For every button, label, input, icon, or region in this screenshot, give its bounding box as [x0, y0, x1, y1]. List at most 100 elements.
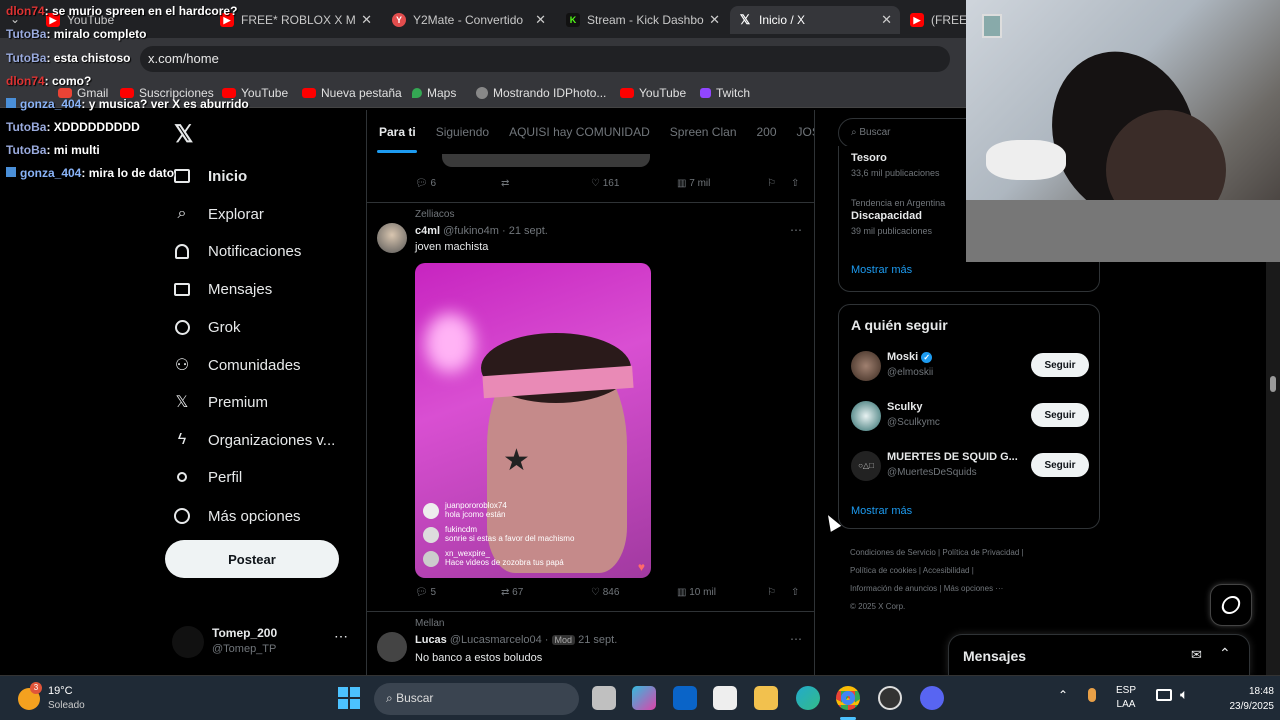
more-circle-icon — [172, 506, 192, 526]
more-icon[interactable]: ⋯ — [790, 223, 802, 237]
more-icon[interactable]: ⋯ — [334, 628, 348, 645]
post[interactable]: Mellan Lucas @Lucasmarcelo04 · Mod 21 se… — [367, 612, 814, 675]
video-comment: fukincdm sonrie si estas a favor del mach… — [423, 525, 643, 549]
avatar[interactable] — [377, 632, 407, 662]
follow-button[interactable]: Seguir — [1031, 453, 1089, 477]
file-explorer-icon[interactable] — [592, 686, 616, 710]
edge-icon[interactable] — [796, 686, 820, 710]
language-indicator[interactable]: ESP LAA — [1116, 684, 1136, 712]
like-button[interactable]: ♡ 161 — [591, 178, 619, 189]
follow-button[interactable]: Seguir — [1031, 353, 1089, 377]
mic-icon[interactable] — [1088, 688, 1096, 702]
follow-name: Moski ✓ — [887, 351, 933, 363]
bookmark-maps[interactable]: Maps — [412, 86, 456, 100]
follow-suggestion[interactable]: Sculky @Sculkymc Seguir — [839, 399, 1101, 439]
show-more-link[interactable]: Mostrar más — [851, 505, 912, 517]
home-timeline: Para ti Siguiendo AQUISI hay COMUNIDAD S… — [366, 110, 815, 675]
nav-premium[interactable]: 𝕏 Premium — [172, 392, 268, 412]
nav-mensajes[interactable]: Mensajes — [172, 279, 272, 299]
new-message-icon[interactable]: ✉ — [1191, 647, 1202, 663]
follow-suggestion[interactable]: ○△□ MUERTES DE SQUID G... @MuertesDeSqui… — [839, 449, 1101, 489]
share-icon[interactable]: ⇧ — [791, 587, 799, 598]
grok-float-button[interactable] — [1210, 584, 1252, 626]
close-tab-icon[interactable]: ✕ — [535, 12, 546, 28]
network-icon[interactable] — [1156, 689, 1172, 701]
y2mate-icon: Y — [392, 13, 406, 27]
browser-tab[interactable]: K Stream - Kick Dashbo ✕ — [558, 6, 728, 34]
bookmark-icon[interactable]: ⚐ — [767, 587, 776, 598]
show-more-link[interactable]: Mostrar más — [851, 264, 912, 276]
bookmark-twitch[interactable]: Twitch — [700, 86, 750, 100]
tab-para-ti[interactable]: Para ti — [379, 125, 416, 139]
chrome-icon[interactable] — [836, 686, 860, 710]
taskbar-search[interactable]: ⌕ Buscar — [374, 683, 579, 715]
nav-comunidades[interactable]: ⚇ Comunidades — [172, 355, 301, 375]
youtube-icon — [302, 88, 316, 98]
weather-widget[interactable]: 3 19°C Soleado — [16, 682, 136, 716]
account-switcher[interactable]: Tomep_200 @Tomep_TP ⋯ — [172, 622, 352, 662]
nav-notificaciones[interactable]: Notificaciones — [172, 241, 301, 261]
scrollbar-thumb[interactable] — [1270, 376, 1276, 392]
obs-icon[interactable] — [878, 686, 902, 710]
post-author[interactable]: c4ml @fukino4m · 21 sept. — [415, 225, 548, 237]
follow-suggestion[interactable]: Moski ✓ @elmoskii Seguir — [839, 349, 1101, 389]
bookmark-nueva-pestana[interactable]: Nueva pestaña — [302, 86, 402, 100]
clock[interactable]: 18:48 23/9/2025 — [1200, 684, 1275, 714]
premium-x-icon: 𝕏 — [175, 394, 189, 411]
more-icon[interactable]: ⋯ — [790, 632, 802, 646]
nav-organizaciones[interactable]: ϟ Organizaciones v... — [172, 430, 336, 450]
close-tab-icon[interactable]: ✕ — [881, 12, 892, 28]
tab-aquisi[interactable]: AQUISI hay COMUNIDAD — [509, 125, 650, 139]
folder-icon[interactable] — [754, 686, 778, 710]
views-button[interactable]: ▥ 10 mil — [677, 587, 716, 598]
nav-grok[interactable]: Grok — [172, 317, 241, 337]
post-button[interactable]: Postear — [165, 540, 339, 578]
tab-josi[interactable]: JOSI — [797, 125, 814, 139]
store-icon[interactable] — [713, 686, 737, 710]
post[interactable]: Zelliacos c4ml @fukino4m · 21 sept. ⋯ jo… — [367, 203, 814, 610]
show-hidden-icons[interactable]: ⌃ — [1058, 688, 1068, 702]
reply-button[interactable]: 💬︎ 6 — [415, 178, 436, 189]
verified-badge-icon: ✓ — [921, 352, 933, 363]
chat-message: TutoBa: esta chistoso — [6, 51, 131, 65]
browser-tab[interactable]: ▶(FREE) — [902, 6, 966, 34]
nav-mas-opciones[interactable]: Más opciones — [172, 506, 301, 526]
nav-explorar[interactable]: ⌕ Explorar — [172, 204, 264, 224]
nav-perfil[interactable]: Perfil — [172, 467, 242, 487]
views-button[interactable]: ▥ 7 mil — [677, 178, 710, 189]
repost-button[interactable]: ⇄ 67 — [501, 587, 523, 598]
tab-200[interactable]: 200 — [757, 125, 777, 139]
bookmark-icon[interactable]: ⚐ — [767, 178, 776, 189]
post-video[interactable]: ★ juanpororoblox74 hola jcomo están fukin… — [415, 263, 651, 578]
discord-icon[interactable] — [920, 686, 944, 710]
browser-tab[interactable]: Y Y2Mate - Convertido ✕ — [384, 6, 554, 34]
messages-drawer[interactable]: Mensajes ✉ ⌃ — [948, 634, 1250, 675]
bookmark-idphoto[interactable]: Mostrando IDPhoto... — [476, 86, 606, 100]
post-author[interactable]: Lucas @Lucasmarcelo04 · Mod 21 sept. — [415, 634, 617, 646]
volume-icon[interactable]: 🔈︎ — [1180, 686, 1188, 703]
like-button[interactable]: ♡ 846 — [591, 587, 619, 598]
outlook-icon[interactable] — [673, 686, 697, 710]
close-tab-icon[interactable]: ✕ — [361, 12, 372, 28]
reply-button[interactable]: 💬︎ 5 — [415, 587, 436, 598]
video-light — [425, 313, 475, 373]
avatar[interactable] — [377, 223, 407, 253]
timeline-tabs: Para ti Siguiendo AQUISI hay COMUNIDAD S… — [367, 110, 814, 154]
windows-start-icon[interactable] — [338, 687, 360, 709]
tab-siguiendo[interactable]: Siguiendo — [436, 125, 489, 139]
trend-item[interactable]: Tesoro 33,6 mil publicaciones — [851, 152, 940, 178]
trend-item[interactable]: Tendencia en Argentina Discapacidad 39 m… — [851, 198, 945, 236]
repost-icon[interactable]: ⇄ — [501, 178, 509, 189]
browser-tab-active[interactable]: 𝕏 Inicio / X ✕ — [730, 6, 900, 34]
chat-badge-icon — [6, 98, 16, 108]
tab-spreen-clan[interactable]: Spreen Clan — [670, 125, 737, 139]
bookmark-youtube-2[interactable]: YouTube — [620, 86, 686, 100]
copilot-icon[interactable] — [632, 686, 656, 710]
share-icon[interactable]: ⇧ — [791, 178, 799, 189]
post-actions: 💬︎ 5 ⇄ 67 ♡ 846 ▥ 10 mil ⚐ ⇧ — [415, 587, 805, 603]
follow-button[interactable]: Seguir — [1031, 403, 1089, 427]
close-tab-icon[interactable]: ✕ — [709, 12, 720, 28]
expand-icon[interactable]: ⌃ — [1219, 645, 1231, 662]
video-comments: juanpororoblox74 hola jcomo están fukincd… — [423, 501, 643, 573]
bell-icon — [172, 241, 192, 261]
